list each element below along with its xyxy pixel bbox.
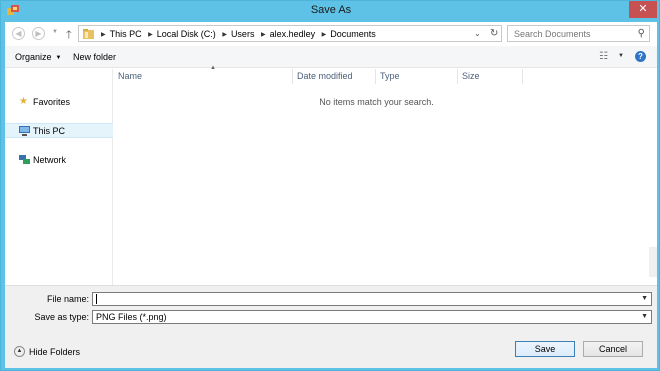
refresh-icon[interactable]: ↻ <box>490 28 498 39</box>
save-button[interactable]: Save <box>515 341 575 357</box>
empty-message: No items match your search. <box>319 97 434 107</box>
navigation-pane: ★ Favorites This PC Network <box>5 69 113 285</box>
forward-arrow-icon: ▶ <box>35 29 42 38</box>
up-button[interactable]: 🡑 <box>66 26 72 45</box>
star-icon: ★ <box>19 96 28 107</box>
sort-up-icon: ▲ <box>210 65 216 71</box>
column-header-date[interactable]: Date modified <box>293 69 376 84</box>
cancel-button[interactable]: Cancel <box>583 341 643 357</box>
chevron-down-icon[interactable]: ▼ <box>641 295 648 302</box>
help-icon[interactable]: ? <box>635 51 646 62</box>
chevron-right-icon[interactable]: ▶ <box>148 32 153 38</box>
file-list[interactable]: Name ▲ Date modified Type Size No items … <box>114 65 657 285</box>
sidebar-item-favorites[interactable]: ★ Favorites <box>5 95 113 110</box>
computer-icon <box>19 126 30 136</box>
dialog-body: ◀ ▶ ▼ 🡑 ▶ This PC ▶ Local Disk (C:) ▶ Users <box>5 22 657 368</box>
text-cursor <box>96 294 97 304</box>
view-options-dropdown[interactable]: ▼ <box>618 53 624 59</box>
recent-locations-dropdown[interactable]: ▼ <box>52 29 58 35</box>
close-button[interactable]: ✕ <box>629 1 657 18</box>
view-options-icon[interactable]: ☷ <box>599 51 608 62</box>
sidebar-item-this-pc[interactable]: This PC <box>5 123 113 138</box>
breadcrumb-local-disk[interactable]: Local Disk (C:) <box>157 29 216 39</box>
breadcrumb-users[interactable]: Users <box>231 29 255 39</box>
up-arrow-icon: 🡑 <box>66 29 72 41</box>
chevron-up-icon: ▲ <box>14 346 25 357</box>
file-name-field[interactable]: ▼ <box>92 292 652 306</box>
address-dropdown-icon[interactable]: ⌄ <box>474 29 481 38</box>
back-arrow-icon: ◀ <box>15 29 22 38</box>
window-title: Save As <box>310 4 352 16</box>
sidebar-item-label: This PC <box>33 126 66 136</box>
forward-button[interactable]: ▶ <box>32 27 45 40</box>
title-bar[interactable]: Save As ✕ <box>1 1 660 21</box>
save-type-select[interactable]: PNG Files (*.png) ▼ <box>92 310 652 324</box>
chevron-right-icon[interactable]: ▶ <box>261 32 266 38</box>
sidebar-item-network[interactable]: Network <box>5 153 113 168</box>
save-type-label: Save as type: <box>34 312 89 322</box>
chevron-right-icon[interactable]: ▶ <box>101 32 106 38</box>
scrollbar[interactable] <box>649 247 657 277</box>
new-folder-button[interactable]: New folder <box>73 52 116 62</box>
sidebar-item-label: Network <box>33 155 67 165</box>
chevron-right-icon[interactable]: ▶ <box>222 32 227 38</box>
column-header-size[interactable]: Size <box>458 69 523 84</box>
chevron-right-icon[interactable]: ▶ <box>322 32 327 38</box>
search-placeholder: Search Documents <box>514 29 591 39</box>
toolbar: Organize ▼ New folder ☷ ▼ ? <box>5 46 657 68</box>
file-name-label: File name: <box>46 294 89 304</box>
column-header-type[interactable]: Type <box>376 69 458 84</box>
hide-folders-label: Hide Folders <box>29 347 81 357</box>
breadcrumb-user[interactable]: alex.hedley <box>270 29 316 39</box>
chevron-down-icon: ▼ <box>55 55 62 61</box>
column-header-name[interactable]: Name ▲ <box>114 65 293 84</box>
breadcrumb-documents[interactable]: Documents <box>330 29 376 39</box>
save-type-value: PNG Files (*.png) <box>96 312 167 322</box>
address-row: ◀ ▶ ▼ 🡑 ▶ This PC ▶ Local Disk (C:) ▶ Users <box>5 22 657 46</box>
organize-button[interactable]: Organize ▼ <box>15 52 61 62</box>
back-button[interactable]: ◀ <box>12 27 25 40</box>
network-icon <box>19 155 30 164</box>
search-icon[interactable]: ⚲ <box>638 28 645 39</box>
breadcrumb-this-pc[interactable]: This PC <box>110 29 142 39</box>
folder-icon <box>83 29 94 39</box>
search-input[interactable]: Search Documents ⚲ <box>507 25 650 42</box>
chevron-down-icon[interactable]: ▼ <box>641 313 648 320</box>
sidebar-item-label: Favorites <box>33 97 71 107</box>
column-name-label: Name <box>118 71 143 81</box>
organize-label: Organize <box>15 52 52 62</box>
breadcrumb: ▶ This PC ▶ Local Disk (C:) ▶ Users ▶ alex.h… <box>97 29 376 39</box>
save-as-dialog: Save As ✕ ◀ ▶ ▼ 🡑 ▶ This PC ▶ Local Disk… <box>0 0 660 371</box>
address-bar[interactable]: ▶ This PC ▶ Local Disk (C:) ▶ Users ▶ alex.h… <box>78 25 502 42</box>
